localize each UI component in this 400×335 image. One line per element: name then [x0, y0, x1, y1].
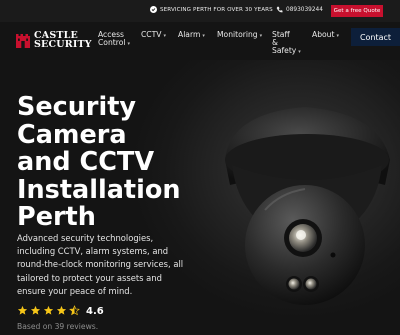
hero-title: Security Camera and CCTV Installation Pe…	[17, 92, 217, 232]
brand-name: CASTLE SECURITY	[34, 31, 92, 50]
since-banner: SERVICING PERTH FOR OVER 30 YEARS	[150, 6, 273, 13]
nav-label: Alarm	[178, 30, 201, 39]
dome-camera-image	[225, 107, 390, 305]
nav-item-staff-safety[interactable]: Staff & Safety ▾	[272, 31, 301, 56]
chevron-down-icon: ▾	[127, 41, 130, 47]
hero-title-line: Security	[17, 92, 137, 122]
nav-label: CCTV	[141, 30, 162, 39]
chevron-down-icon: ▾	[259, 33, 263, 39]
phone-icon	[276, 6, 283, 13]
hero-title-line: Installation	[17, 174, 181, 205]
nav-item-monitoring[interactable]: Monitoring ▾	[217, 31, 262, 40]
reviews-link[interactable]: Based on 39 reviews.	[17, 322, 98, 331]
checkmark-icon	[150, 6, 157, 13]
star-icon	[43, 305, 54, 315]
chevron-down-icon: ▾	[336, 33, 339, 39]
star-half-icon	[69, 305, 80, 316]
contact-button[interactable]: Contact	[351, 28, 400, 46]
main-nav: CASTLE SECURITY Access Control ▾ CCTV ▾ Al…	[0, 22, 400, 60]
nav-label: Safety	[272, 46, 297, 55]
phone-number: 0893039244	[286, 6, 323, 13]
top-bar: SERVICING PERTH FOR OVER 30 YEARS 089303…	[0, 0, 400, 22]
star-rating	[17, 305, 80, 316]
nav-item-cctv[interactable]: CCTV ▾	[141, 31, 166, 40]
nav-item-alarm[interactable]: Alarm ▾	[178, 31, 205, 40]
castle-security-logo[interactable]: CASTLE SECURITY	[15, 31, 92, 49]
free-quote-button[interactable]: Get a free Quote	[331, 5, 383, 17]
since-text: SERVICING PERTH FOR OVER 30 YEARS	[160, 6, 273, 13]
star-icon	[30, 305, 41, 315]
star-icon	[17, 305, 28, 315]
nav-label: Monitoring	[217, 30, 258, 39]
hero-title-line: Perth	[17, 202, 96, 232]
chevron-down-icon: ▾	[163, 33, 166, 39]
nav-item-about[interactable]: About ▾	[312, 31, 339, 40]
chevron-down-icon: ▾	[298, 49, 301, 55]
hero-title-line: Camera	[17, 119, 127, 150]
rating-value: 4.6	[86, 306, 104, 317]
nav-label: About	[312, 30, 335, 39]
brand-line-2: SECURITY	[34, 39, 92, 50]
chevron-down-icon: ▾	[202, 33, 205, 39]
hero-description: Advanced security technologies, includin…	[17, 233, 184, 296]
castle-icon	[16, 34, 30, 48]
hero-section: Security Camera and CCTV Installation Pe…	[0, 60, 400, 335]
hero-title-line: and CCTV	[17, 147, 155, 177]
phone-link[interactable]: 0893039244	[276, 6, 323, 13]
nav-label: Control	[98, 38, 126, 47]
nav-item-access-control[interactable]: Access Control ▾	[98, 31, 130, 48]
star-icon	[56, 305, 67, 315]
